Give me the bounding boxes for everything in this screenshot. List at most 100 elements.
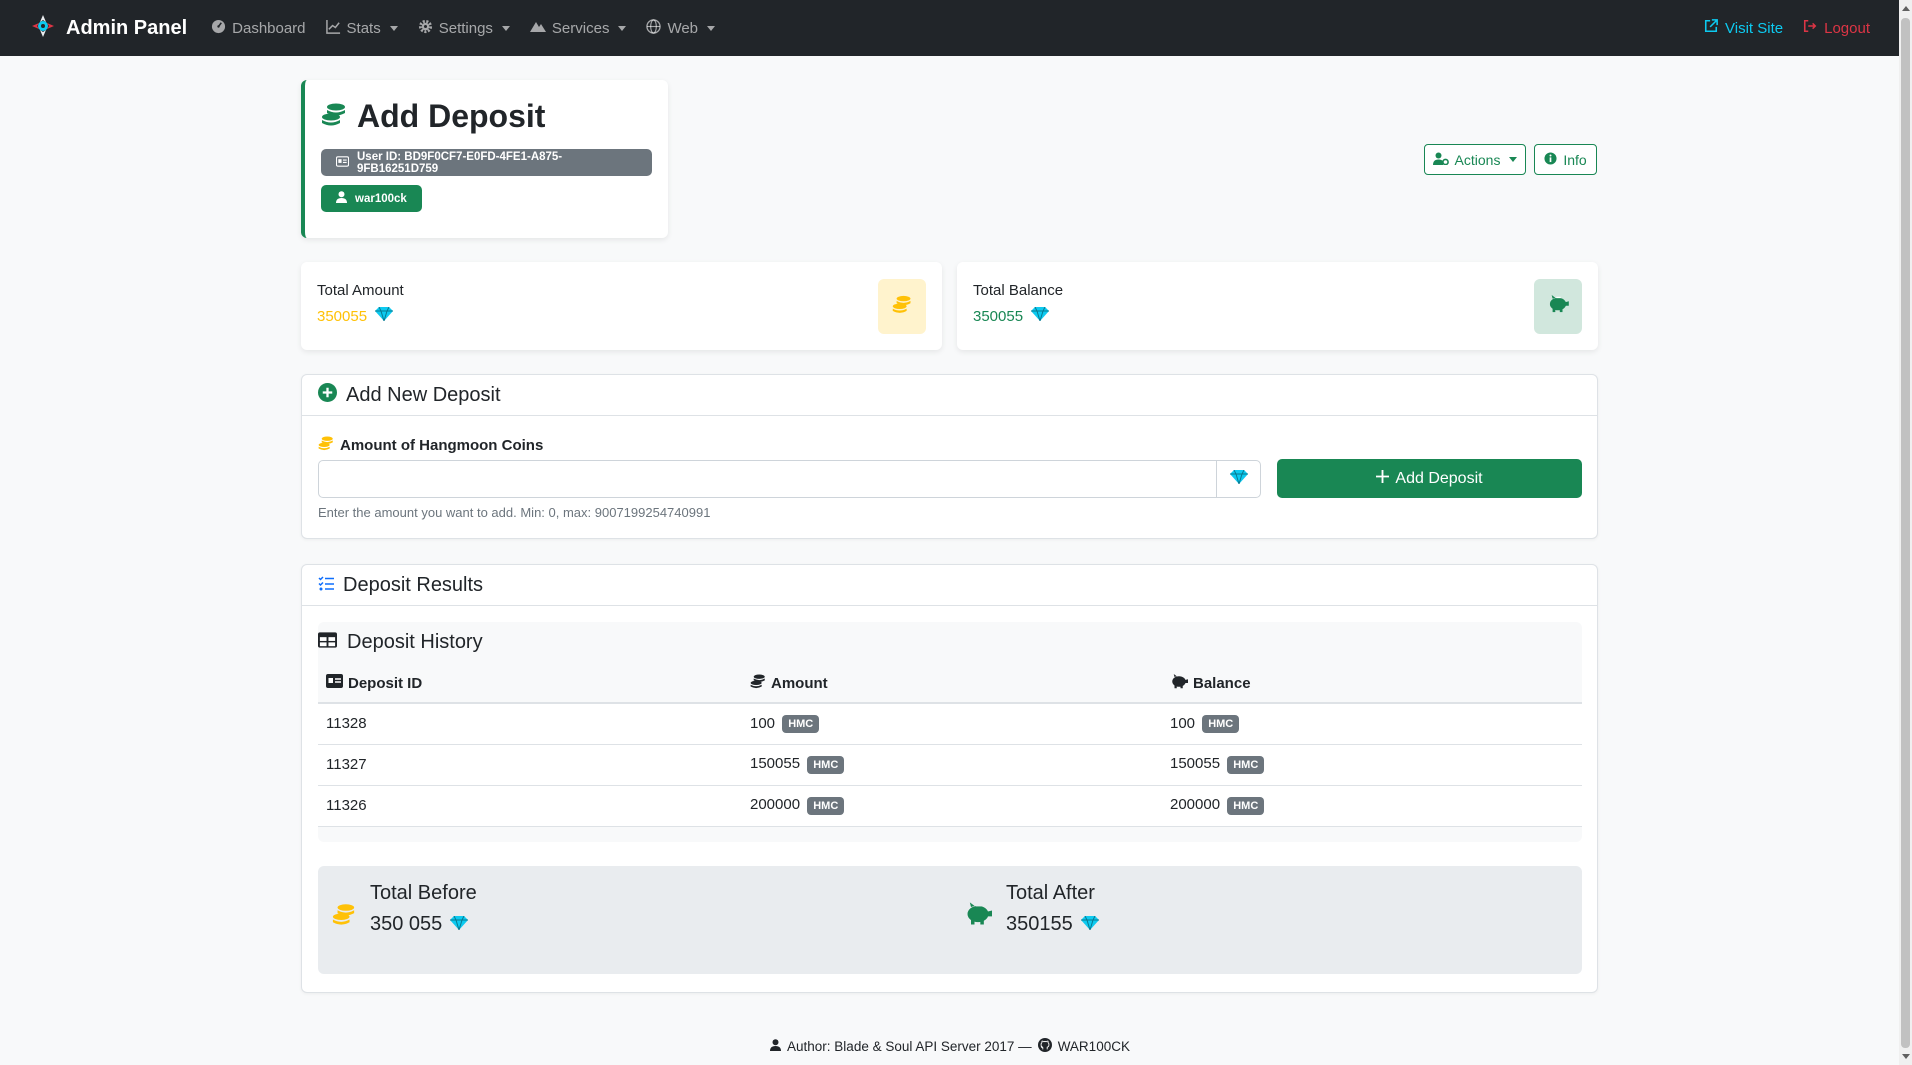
table-row: 11327 150055 HMC 150055 HMC bbox=[318, 744, 1582, 786]
deposit-results-card-title: Deposit Results bbox=[343, 573, 484, 596]
diamond-icon bbox=[1229, 469, 1248, 489]
amount-field-label: Amount of Hangmoon Coins bbox=[318, 435, 543, 455]
amount-input[interactable] bbox=[318, 460, 1217, 498]
page-header-card: Add Deposit User ID: BD9F0CF7-E0FD-4FE1-… bbox=[301, 80, 668, 238]
amount-value: 200000 bbox=[750, 796, 801, 814]
currency-badge: HMC bbox=[1227, 755, 1265, 774]
nav-dashboard-label: Dashboard bbox=[232, 19, 306, 37]
piggy-bank-icon bbox=[1547, 295, 1569, 318]
column-header-balance-label: Balance bbox=[1193, 674, 1251, 692]
logout-label: Logout bbox=[1824, 19, 1870, 37]
diamond-icon bbox=[1080, 913, 1099, 936]
visit-site-link[interactable]: Visit Site bbox=[1704, 19, 1783, 37]
table-header-row: Deposit ID Amount Balance bbox=[318, 664, 1582, 704]
column-header-balance: Balance bbox=[1162, 664, 1582, 704]
table-row: 11326 200000 HMC 200000 HMC bbox=[318, 785, 1582, 827]
total-before-value: 350 055 bbox=[370, 913, 443, 935]
cell-amount: 200000 HMC bbox=[742, 785, 1162, 827]
globe-icon bbox=[646, 18, 662, 38]
actions-dropdown-button[interactable]: Actions bbox=[1424, 144, 1526, 175]
list-check-icon bbox=[318, 574, 334, 597]
deposit-history-title: Deposit History bbox=[318, 622, 483, 662]
top-navbar: Admin Panel Dashboard Stats Settings Ser… bbox=[0, 0, 1912, 56]
totals-summary: Total Before 350 055 Total After 350155 bbox=[318, 866, 1582, 974]
logout-link[interactable]: Logout bbox=[1803, 19, 1870, 37]
scroll-up-icon[interactable] bbox=[1902, 6, 1910, 11]
deposit-history-section: Deposit History Deposit ID Amount Balanc… bbox=[318, 622, 1582, 842]
user-icon bbox=[336, 191, 347, 206]
piggy-bank-icon bbox=[1170, 673, 1188, 693]
add-deposit-button-label: Add Deposit bbox=[1395, 469, 1483, 487]
page-title: Add Deposit bbox=[357, 98, 546, 134]
diamond-icon bbox=[1031, 306, 1050, 325]
amount-value: 100 bbox=[750, 714, 776, 732]
nav-services[interactable]: Services bbox=[529, 19, 627, 37]
username-text: war100ck bbox=[355, 192, 407, 205]
column-header-amount: Amount bbox=[742, 664, 1162, 704]
page-footer: Author: Blade & Soul API Server 2017 — W… bbox=[0, 1038, 1900, 1055]
amount-field-label-text: Amount of Hangmoon Coins bbox=[340, 436, 544, 454]
coins-icon bbox=[318, 435, 334, 455]
chevron-down-icon bbox=[501, 25, 510, 31]
user-icon bbox=[770, 1039, 782, 1054]
total-amount-card: Total Amount 350055 bbox=[301, 262, 942, 350]
total-after-label: Total After bbox=[1006, 882, 1095, 904]
coins-icon bbox=[332, 902, 356, 936]
info-label: Info bbox=[1563, 151, 1587, 168]
gear-icon bbox=[418, 19, 433, 38]
currency-badge: HMC bbox=[1227, 796, 1265, 815]
scroll-down-icon[interactable] bbox=[1902, 1054, 1910, 1059]
brand[interactable]: Admin Panel bbox=[30, 13, 187, 44]
page-scrollbar[interactable] bbox=[1899, 0, 1912, 1065]
cell-deposit-id: 11326 bbox=[318, 785, 742, 827]
chevron-down-icon bbox=[389, 25, 398, 31]
github-icon bbox=[1037, 1038, 1052, 1055]
deposit-history-table: Deposit ID Amount Balance 11328 100 HMC … bbox=[318, 664, 1582, 827]
amount-input-addon bbox=[1216, 460, 1261, 498]
cell-amount: 150055 HMC bbox=[742, 744, 1162, 786]
chevron-down-icon bbox=[707, 25, 716, 31]
info-button[interactable]: Info bbox=[1534, 144, 1597, 175]
nav-services-label: Services bbox=[551, 19, 610, 37]
stat-coins-box bbox=[878, 279, 926, 334]
nav-stats[interactable]: Stats bbox=[325, 19, 398, 38]
cell-balance: 200000 HMC bbox=[1162, 785, 1582, 827]
cell-balance: 150055 HMC bbox=[1162, 744, 1582, 786]
total-balance-card: Total Balance 350055 bbox=[957, 262, 1598, 350]
sign-out-icon bbox=[1803, 19, 1817, 37]
diamond-icon bbox=[450, 913, 469, 936]
coins-icon bbox=[750, 673, 766, 693]
cell-deposit-id: 11328 bbox=[318, 703, 742, 745]
external-link-icon bbox=[1704, 19, 1718, 37]
total-before: Total Before 350 055 bbox=[332, 882, 477, 936]
column-header-deposit-id: Deposit ID bbox=[318, 664, 742, 704]
nav-web[interactable]: Web bbox=[646, 18, 716, 38]
visit-site-label: Visit Site bbox=[1725, 19, 1784, 37]
table-row: 11328 100 HMC 100 HMC bbox=[318, 703, 1582, 745]
id-card-icon bbox=[326, 674, 343, 692]
deposit-history-title-text: Deposit History bbox=[347, 630, 483, 653]
info-circle-icon bbox=[1544, 151, 1557, 168]
deposit-results-card-header: Deposit Results bbox=[302, 565, 1597, 606]
total-balance-label: Total Balance bbox=[973, 282, 1064, 299]
amount-help-text: Enter the amount you want to add. Min: 0… bbox=[318, 505, 711, 520]
column-header-deposit-id-label: Deposit ID bbox=[348, 674, 423, 692]
table-icon bbox=[318, 631, 337, 654]
column-header-amount-label: Amount bbox=[771, 674, 828, 692]
nav-settings[interactable]: Settings bbox=[418, 19, 510, 38]
gauge-icon bbox=[211, 19, 226, 38]
scrollbar-thumb[interactable] bbox=[1901, 18, 1910, 1048]
balance-value: 150055 bbox=[1170, 755, 1221, 773]
footer-github-link[interactable]: WAR100CK bbox=[1058, 1039, 1130, 1054]
nav-stats-label: Stats bbox=[346, 19, 381, 37]
plus-circle-icon bbox=[318, 382, 337, 408]
footer-author: Author: Blade & Soul API Server 2017 — bbox=[787, 1039, 1032, 1054]
nav-dashboard[interactable]: Dashboard bbox=[211, 19, 306, 38]
user-gear-icon bbox=[1432, 152, 1449, 168]
deposit-results-card: Deposit Results Deposit History Deposit … bbox=[301, 564, 1598, 993]
currency-badge: HMC bbox=[1202, 714, 1240, 733]
add-deposit-button[interactable]: Add Deposit bbox=[1277, 459, 1582, 498]
add-deposit-card-header: Add New Deposit bbox=[302, 375, 1597, 416]
piggy-bank-icon bbox=[964, 902, 992, 936]
user-id-text: User ID: BD9F0CF7-E0FD-4FE1-A875-9FB1625… bbox=[357, 150, 563, 175]
